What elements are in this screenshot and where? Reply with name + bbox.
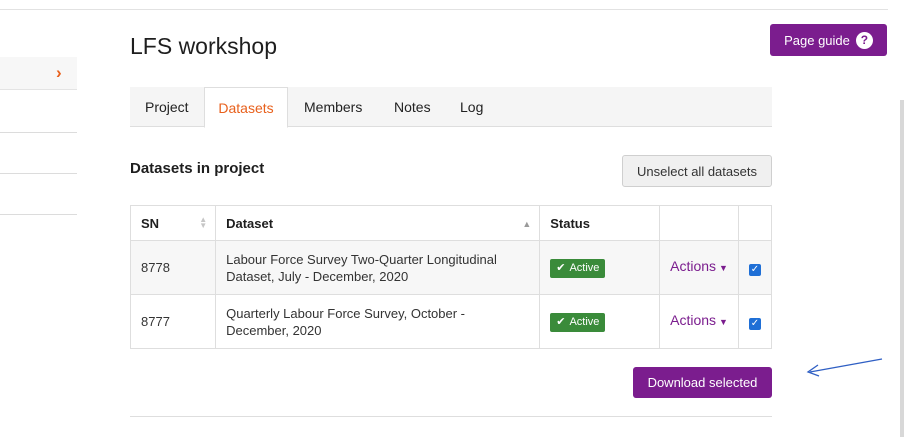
actions-dropdown[interactable]: Actions ▼ bbox=[670, 258, 728, 274]
tab-datasets[interactable]: Datasets bbox=[204, 87, 288, 128]
cell-dataset: Quarterly Labour Force Survey, October -… bbox=[215, 294, 541, 349]
sidebar-divider bbox=[0, 173, 77, 174]
tab-project[interactable]: Project bbox=[145, 87, 189, 127]
column-header-sn[interactable]: SN ▲ ▼ bbox=[129, 205, 217, 241]
section-title: Datasets in project bbox=[130, 160, 265, 177]
cell-dataset: Labour Force Survey Two-Quarter Longitud… bbox=[215, 240, 541, 295]
chevron-right-icon[interactable]: › bbox=[56, 63, 62, 83]
page-guide-label: Page guide bbox=[784, 32, 850, 48]
cell-actions: Actions ▼ bbox=[659, 294, 739, 349]
caret-down-icon: ▼ bbox=[719, 263, 728, 273]
table-row: 8777 Quarterly Labour Force Survey, Octo… bbox=[129, 294, 773, 349]
column-header-actions bbox=[659, 205, 739, 241]
datasets-table: SN ▲ ▼ Dataset ▲ Status 8778 Labour Force… bbox=[129, 205, 773, 349]
tab-notes[interactable]: Notes bbox=[394, 87, 431, 127]
cell-select: ✓ bbox=[737, 240, 773, 295]
cell-actions: Actions ▼ bbox=[659, 240, 739, 295]
tab-log[interactable]: Log bbox=[460, 87, 483, 127]
cell-select: ✓ bbox=[737, 294, 773, 349]
top-divider bbox=[0, 9, 888, 10]
annotation-arrow-icon bbox=[806, 358, 883, 377]
column-header-dataset[interactable]: Dataset ▲ bbox=[215, 205, 541, 241]
download-selected-button[interactable]: Download selected bbox=[633, 367, 772, 398]
cell-sn: 8778 bbox=[129, 240, 217, 295]
sidebar-divider bbox=[0, 214, 77, 215]
cell-sn: 8777 bbox=[129, 294, 217, 349]
column-header-status: Status bbox=[539, 205, 661, 241]
page-title: LFS workshop bbox=[130, 33, 278, 59]
table-header-row: SN ▲ ▼ Dataset ▲ Status bbox=[129, 205, 773, 241]
check-icon: ✔ bbox=[556, 315, 566, 328]
sidebar-expand-row[interactable]: › bbox=[0, 57, 77, 90]
column-header-select bbox=[737, 205, 773, 241]
scrollbar[interactable] bbox=[900, 100, 904, 437]
sort-ascending-icon: ▲ bbox=[522, 219, 532, 229]
unselect-all-button[interactable]: Unselect all datasets bbox=[622, 155, 772, 187]
cell-status: ✔ Active bbox=[539, 294, 661, 349]
status-badge: ✔ Active bbox=[550, 258, 606, 278]
question-circle-icon: ? bbox=[855, 31, 873, 49]
select-checkbox[interactable]: ✓ bbox=[748, 263, 761, 276]
caret-down-icon: ▼ bbox=[719, 317, 728, 327]
sidebar-divider bbox=[0, 132, 77, 133]
bottom-divider bbox=[130, 416, 772, 417]
actions-dropdown[interactable]: Actions ▼ bbox=[670, 312, 728, 328]
project-tabs: Project Datasets Members Notes Log bbox=[130, 87, 772, 128]
status-badge: ✔ Active bbox=[550, 312, 606, 332]
select-checkbox[interactable]: ✓ bbox=[748, 317, 761, 330]
sort-both-icon: ▲ ▼ bbox=[199, 215, 208, 230]
table-row: 8778 Labour Force Survey Two-Quarter Lon… bbox=[129, 240, 773, 295]
check-icon: ✔ bbox=[556, 261, 566, 274]
page-guide-button[interactable]: Page guide ? bbox=[770, 24, 887, 56]
tab-members[interactable]: Members bbox=[304, 87, 362, 127]
cell-status: ✔ Active bbox=[539, 240, 661, 295]
